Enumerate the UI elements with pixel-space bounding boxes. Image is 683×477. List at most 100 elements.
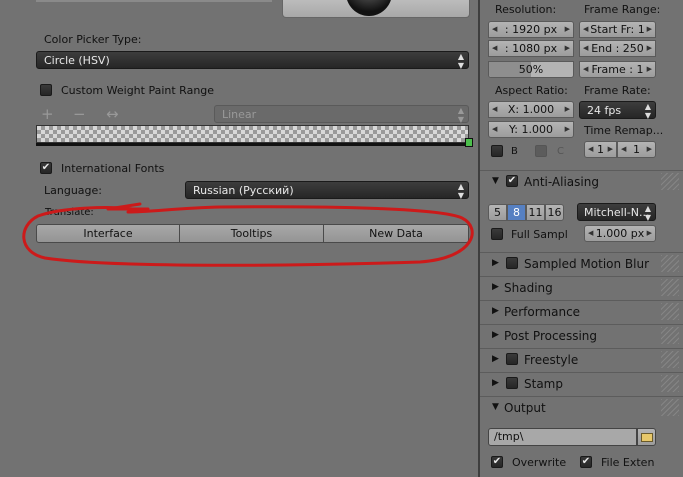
- overwrite-label: Overwrite: [512, 456, 567, 469]
- aa-filter-size-field[interactable]: ◀ 1.000 px ▶: [584, 225, 656, 242]
- right-arrow-icon: ▶: [564, 105, 570, 113]
- left-arrow-icon: ◀: [492, 105, 498, 113]
- left-arrow-icon: ◀: [492, 25, 498, 33]
- anti-aliasing-section-header[interactable]: ▼ ✔ Anti-Aliasing: [480, 170, 683, 192]
- time-remap-old-value: 1: [597, 143, 604, 156]
- full-sample-checkbox[interactable]: [491, 228, 503, 240]
- drag-handle-icon[interactable]: [661, 399, 679, 416]
- right-arrow-icon: ▶: [646, 44, 652, 52]
- drag-handle-icon[interactable]: [661, 351, 679, 368]
- aa-filter-dropdown[interactable]: Mitchell-N... ▲ ▼: [577, 203, 656, 222]
- shading-section[interactable]: ▶ Shading: [480, 276, 683, 298]
- left-arrow-icon: ◀: [583, 44, 589, 52]
- updown-arrows-icon: ▲ ▼: [644, 102, 651, 120]
- right-arrow-icon: ▶: [607, 145, 613, 153]
- aa-filter-value: Mitchell-N...: [584, 206, 650, 219]
- post-processing-section[interactable]: ▶ Post Processing: [480, 324, 683, 346]
- crop-checkbox[interactable]: [535, 145, 547, 157]
- resolution-x-field[interactable]: ◀ : 1920 px ▶: [488, 21, 574, 38]
- freestyle-title: Freestyle: [524, 353, 579, 367]
- aspect-y-value: Y: 1.000: [509, 123, 553, 136]
- resolution-percentage-slider[interactable]: 50%: [488, 61, 574, 78]
- stamp-section[interactable]: ▶ Stamp: [480, 372, 683, 394]
- section-expanded-triangle-icon: ▼: [492, 176, 499, 186]
- resolution-x-value: : 1920 px: [504, 23, 558, 36]
- updown-arrows-icon: ▲ ▼: [644, 204, 651, 222]
- overwrite-checkbox[interactable]: ✔: [491, 456, 503, 468]
- resolution-y-field[interactable]: ◀: 1080 px ▶: [488, 40, 574, 57]
- drag-handle-icon[interactable]: [661, 327, 679, 344]
- start-frame-value: Start Fr: 1: [590, 23, 645, 36]
- time-remapping-label: Time Remap...: [584, 124, 664, 137]
- end-frame-value: End : 250: [591, 42, 644, 55]
- border-checkbox[interactable]: [491, 145, 503, 157]
- red-annotation-ellipse: [22, 202, 474, 267]
- drag-handle-icon[interactable]: [661, 303, 679, 320]
- drag-handle-icon[interactable]: [661, 279, 679, 296]
- right-arrow-icon: ▶: [646, 145, 652, 153]
- resolution-percentage-value: 50%: [518, 63, 544, 76]
- current-frame-value: Frame : 1: [591, 63, 644, 76]
- time-remap-new-field[interactable]: ◀ 1 ▶: [617, 141, 656, 158]
- aa-samples-16[interactable]: 16: [545, 204, 564, 221]
- output-title: Output: [504, 401, 546, 415]
- section-collapsed-triangle-icon: ▶: [492, 378, 499, 388]
- sampled-motion-blur-checkbox[interactable]: [506, 257, 518, 269]
- right-arrow-icon: ▶: [564, 125, 570, 133]
- section-expanded-triangle-icon: ▼: [492, 402, 499, 412]
- border-label: B: [511, 146, 518, 157]
- preferences-panel: Color Picker Type: Circle (HSV) ▲ ▼ Custo…: [0, 0, 478, 477]
- output-path-value: /tmp\: [494, 430, 524, 443]
- freestyle-section[interactable]: ▶ Freestyle: [480, 348, 683, 370]
- frame-rate-dropdown[interactable]: 24 fps ▲ ▼: [579, 101, 656, 120]
- render-properties-panel: Resolution: Frame Range: ◀: 1920 px ▶ ◀: …: [478, 0, 683, 477]
- current-frame-field[interactable]: ◀ Frame : 1 ▶: [579, 61, 656, 78]
- section-collapsed-triangle-icon: ▶: [492, 306, 499, 316]
- aa-samples-11[interactable]: 11: [526, 204, 545, 221]
- section-collapsed-triangle-icon: ▶: [492, 282, 499, 292]
- aspect-ratio-label: Aspect Ratio:: [495, 84, 568, 97]
- drag-handle-icon[interactable]: [661, 255, 679, 272]
- aa-filter-size-value: 1.000 px: [595, 227, 645, 240]
- post-processing-title: Post Processing: [504, 329, 597, 343]
- section-collapsed-triangle-icon: ▶: [492, 258, 499, 268]
- anti-aliasing-checkbox[interactable]: ✔: [506, 175, 518, 187]
- freestyle-checkbox[interactable]: [506, 353, 518, 365]
- aspect-x-field[interactable]: ◀ X: 1.000 ▶: [488, 101, 574, 118]
- folder-shape: [641, 433, 653, 442]
- stamp-checkbox[interactable]: [506, 377, 518, 389]
- file-extensions-label: File Exten: [601, 456, 655, 469]
- left-arrow-icon: ◀: [588, 229, 594, 237]
- sampled-motion-blur-section[interactable]: ▶ Sampled Motion Blur: [480, 252, 683, 274]
- time-remap-new-value: 1: [633, 143, 640, 156]
- aa-samples-5[interactable]: 5: [488, 204, 507, 221]
- output-section-header[interactable]: ▼ Output: [480, 396, 683, 418]
- left-arrow-icon: ◀: [583, 25, 589, 33]
- right-arrow-icon: ▶: [646, 25, 652, 33]
- right-arrow-icon: ▶: [564, 25, 570, 33]
- drag-handle-icon[interactable]: [661, 173, 679, 190]
- resolution-label: Resolution:: [495, 3, 557, 16]
- section-collapsed-triangle-icon: ▶: [492, 330, 499, 340]
- aa-samples-8[interactable]: 8: [507, 204, 526, 221]
- left-arrow-icon: ◀: [621, 145, 627, 153]
- sampled-motion-blur-title: Sampled Motion Blur: [524, 257, 650, 271]
- drag-handle-icon[interactable]: [661, 375, 679, 392]
- crop-label: C: [557, 146, 564, 157]
- aspect-y-field[interactable]: ◀ Y: 1.000 ▶: [488, 121, 574, 138]
- right-arrow-icon: ▶: [564, 44, 570, 52]
- left-arrow-icon: ◀: [583, 65, 589, 73]
- start-frame-field[interactable]: ◀ Start Fr: 1 ▶: [579, 21, 656, 38]
- left-arrow-icon: ◀: [492, 125, 498, 133]
- frame-rate-value: 24 fps: [587, 104, 622, 117]
- time-remap-old-field[interactable]: ◀ 1 ▶: [584, 141, 617, 158]
- aspect-x-value: X: 1.000: [507, 103, 555, 116]
- file-extensions-checkbox[interactable]: ✔: [580, 456, 592, 468]
- right-arrow-icon: ▶: [646, 65, 652, 73]
- output-path-field[interactable]: /tmp\: [488, 428, 637, 446]
- performance-section[interactable]: ▶ Performance: [480, 300, 683, 322]
- left-arrow-icon: ◀: [588, 145, 594, 153]
- folder-browse-icon[interactable]: [637, 428, 656, 446]
- end-frame-field[interactable]: ◀ End : 250 ▶: [579, 40, 656, 57]
- section-collapsed-triangle-icon: ▶: [492, 354, 499, 364]
